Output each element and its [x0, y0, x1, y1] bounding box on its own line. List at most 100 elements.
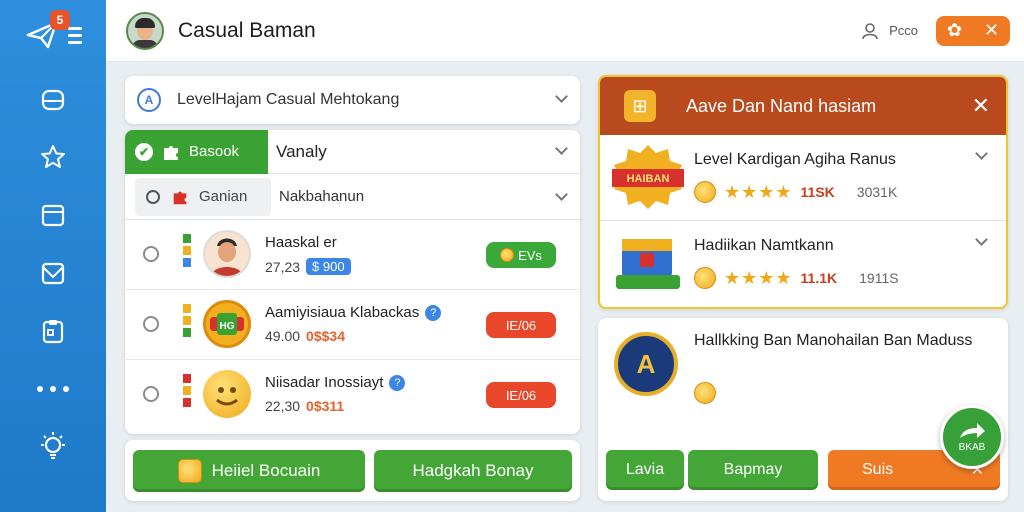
sidebar-item-inbox[interactable]: [0, 244, 106, 302]
bonus-panel: ⊞ Aave Dan Nand hasiam ✕ HAIBAN Level Ka…: [598, 75, 1008, 309]
bapmay-button[interactable]: Bapmay: [688, 450, 818, 490]
calendar-icon: [41, 204, 65, 227]
filter-primary[interactable]: ✔ Basook Vanaly: [125, 129, 580, 174]
item-amount: 22,30: [265, 398, 301, 414]
item-price: 0$311: [306, 398, 345, 414]
check-icon: ✔: [135, 142, 153, 161]
lavia-button[interactable]: Lavia: [606, 450, 684, 490]
top-header: Casual Baman Pcco ✿ ✕: [106, 0, 1024, 62]
secondary-green-button[interactable]: Hadgkah Bonay: [374, 449, 572, 492]
level-bar-icon: [183, 234, 191, 274]
smiley-icon: [216, 387, 238, 406]
item-meta: 27,23 $ 900: [265, 258, 351, 275]
list-item[interactable]: HG Aamiyisiaua Klabackas? 49.00 0$$34 IE…: [125, 290, 580, 360]
item-thumbnail: [203, 230, 251, 278]
badge-icon: HG: [210, 313, 244, 335]
sidebar-item-settings[interactable]: [0, 418, 106, 476]
coin-icon: [694, 181, 716, 203]
bonus-panel-title: Aave Dan Nand hasiam: [686, 95, 877, 116]
badge-text: HAIBAN: [627, 173, 670, 185]
radio-button[interactable]: [143, 246, 159, 262]
star-rating: ★★★★: [724, 181, 793, 202]
bonus-panel-header: ⊞ Aave Dan Nand hasiam ✕: [600, 77, 1006, 135]
bonus-value: 11SK: [800, 184, 835, 200]
header-action-button[interactable]: ✿ ✕: [936, 15, 1010, 46]
item-title: Aamiyisiaua Klabackas?: [265, 304, 442, 322]
coin-icon: [694, 267, 716, 289]
close-icon[interactable]: ✕: [972, 93, 990, 119]
filter-secondary[interactable]: Ganian Nakbahanun: [125, 174, 580, 220]
sidebar-item-calendar[interactable]: [0, 186, 106, 244]
chevron-down-icon[interactable]: [555, 142, 568, 155]
sidebar-item-more[interactable]: [0, 360, 106, 418]
sidebar-item-home[interactable]: [0, 70, 106, 128]
chevron-down-icon[interactable]: [975, 233, 988, 246]
sidebar-item-star[interactable]: [0, 128, 106, 186]
page-title: Casual Baman: [178, 18, 316, 42]
item-action-button[interactable]: IE/06: [486, 382, 556, 408]
list-item[interactable]: Niisadar Inossiayt? 22,30 0$311 IE/06: [125, 360, 580, 430]
filter-secondary-tag[interactable]: Ganian: [135, 177, 271, 216]
info-icon[interactable]: ?: [389, 375, 406, 392]
filter-primary-label: Vanaly: [276, 141, 327, 161]
medal-icon: A: [614, 332, 678, 396]
bonus-row[interactable]: Hadiikan Namtkann ★★★★ 11.1K 1911S: [600, 221, 1006, 307]
bonus-row[interactable]: HAIBAN Level Kardigan Agiha Ranus ★★★★ 1…: [600, 135, 1006, 221]
chevron-down-icon[interactable]: [975, 147, 988, 160]
item-thumbnail: HG: [203, 300, 251, 348]
puzzle-icon: [173, 191, 187, 204]
bonus-title: Level Kardigan Agiha Ranus: [694, 151, 896, 168]
item-amount: 49.00: [265, 328, 301, 344]
bonus-value: 11.1K: [800, 270, 838, 286]
home-icon: [41, 89, 65, 111]
coin-icon: [694, 382, 716, 404]
share-arrow-icon: [960, 422, 985, 438]
item-price: $ 900: [306, 258, 351, 275]
clipboard-icon: [42, 320, 64, 344]
chevron-down-icon[interactable]: [555, 90, 568, 103]
user-icon: [862, 22, 878, 39]
gift-icon: [177, 458, 202, 483]
menu-icon[interactable]: [68, 26, 82, 44]
search-bar[interactable]: A LevelHajam Casual Mehtokang: [125, 76, 580, 124]
item-title: Niisadar Inossiayt?: [265, 374, 406, 392]
radio-button[interactable]: [143, 316, 159, 332]
item-amount: 27,23: [265, 258, 301, 275]
item-meta: 22,30 0$311: [265, 398, 344, 414]
bottom-action-bar: Heiiel Bocuain Hadgkah Bonay: [125, 440, 580, 501]
item-action-button[interactable]: IE/06: [486, 312, 556, 338]
radio-button[interactable]: [143, 386, 159, 402]
reward-panel: A Hallkking Ban Manohailan Ban Maduss La…: [598, 318, 1008, 501]
item-thumbnail: [203, 370, 251, 418]
user-menu[interactable]: Pcco: [861, 22, 918, 40]
floating-action-button[interactable]: BKAB: [940, 405, 1004, 469]
svg-text:HG: HG: [220, 321, 235, 332]
header-right: Pcco ✿ ✕: [861, 15, 1010, 46]
search-icon: A: [137, 88, 161, 112]
sidebar-item-clipboard[interactable]: [0, 302, 106, 360]
shield-icon: [146, 189, 160, 204]
filter-primary-tag[interactable]: ✔ Basook: [125, 129, 268, 174]
bonus-stats: ★★★★ 11.1K 1911S: [694, 267, 899, 289]
list-item[interactable]: Haaskal er 27,23 $ 900 EVs: [125, 220, 580, 290]
ribbon-badge-icon: HAIBAN: [612, 145, 684, 209]
info-icon[interactable]: ?: [425, 305, 442, 322]
notification-badge: 5: [50, 10, 70, 30]
level-bar-icon: [183, 304, 191, 344]
fab-label: BKAB: [958, 441, 986, 453]
user-label: Pcco: [889, 23, 918, 38]
flower-icon: ✿: [946, 20, 963, 40]
mail-icon: [41, 262, 65, 285]
avatar[interactable]: [126, 11, 164, 50]
sidebar: 5: [0, 0, 106, 512]
search-input[interactable]: LevelHajam Casual Mehtokang: [177, 91, 399, 109]
more-dots-icon: [37, 386, 69, 392]
item-meta: 49.00 0$$34: [265, 328, 345, 344]
star-icon: [41, 145, 65, 168]
item-action-button[interactable]: EVs: [486, 242, 556, 268]
lightbulb-icon: [41, 432, 65, 459]
chevron-down-icon[interactable]: [555, 188, 568, 201]
close-icon[interactable]: ✕: [984, 20, 999, 41]
primary-green-button[interactable]: Heiiel Bocuain: [133, 449, 365, 492]
star-rating: ★★★★: [724, 267, 793, 288]
